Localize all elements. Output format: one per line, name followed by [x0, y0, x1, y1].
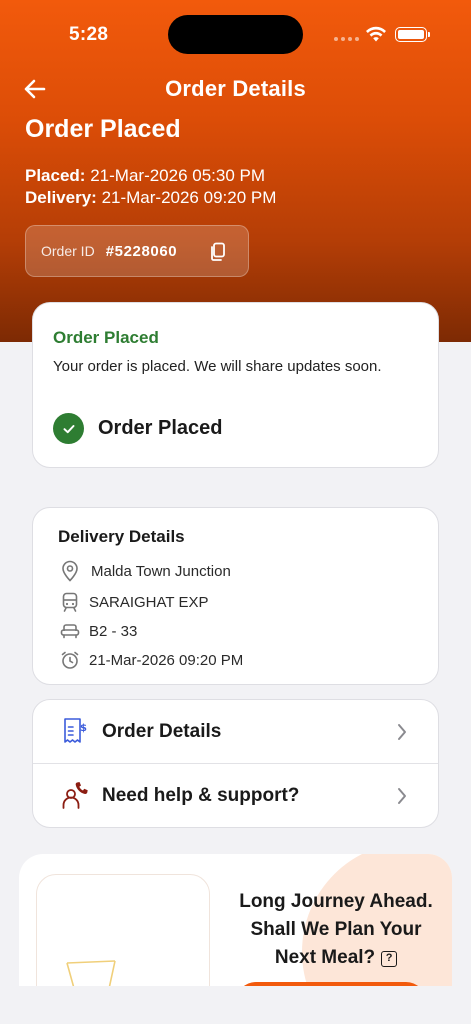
order-status-card: Order Placed Your order is placed. We wi…: [32, 302, 439, 468]
support-phone-icon: [62, 782, 88, 809]
location-pin-icon: [59, 560, 81, 582]
placed-value: 21-Mar-2026 05:30 PM: [90, 166, 266, 185]
order-id-value: #5228060: [105, 242, 178, 260]
alarm-clock-icon: [59, 649, 81, 671]
order-dates: Placed: 21-Mar-2026 05:30 PM Delivery: 2…: [25, 165, 276, 209]
delivery-seat-row: B2 - 33: [59, 620, 137, 642]
train-icon: [59, 591, 81, 613]
status-card-message: Your order is placed. We will share upda…: [53, 358, 382, 375]
chevron-right-icon: [398, 788, 406, 804]
delivery-heading: Delivery Details: [58, 527, 185, 546]
status-step-label: Order Placed: [98, 417, 223, 439]
support-row[interactable]: Need help & support?: [33, 764, 438, 828]
order-details-label: Order Details: [102, 721, 222, 742]
delivery-value: 21-Mar-2026 09:20 PM: [101, 188, 277, 207]
support-label: Need help & support?: [102, 785, 300, 806]
dynamic-island: [168, 15, 303, 54]
actions-card: $ Order Details Need help & support?: [32, 699, 439, 828]
wifi-icon: [366, 26, 386, 42]
delivery-details-card: Delivery Details Malda Town Junction SAR…: [32, 507, 439, 685]
status-time: 5:28: [69, 24, 109, 45]
battery-icon: [395, 27, 430, 42]
delivery-seat: B2 - 33: [89, 622, 138, 640]
promo-line-2: Shall We Plan Your: [250, 919, 422, 940]
status-card-heading: Order Placed: [53, 328, 159, 347]
seat-icon: [59, 620, 81, 642]
page-title: Order Details: [165, 76, 306, 101]
meal-promo-banner[interactable]: Long Journey Ahead. Shall We Plan Your N…: [19, 854, 452, 994]
promo-line-3: Next Meal?: [274, 947, 376, 968]
chevron-right-icon: [398, 724, 406, 740]
delivery-label: Delivery:: [25, 188, 97, 207]
order-id-label: Order ID: [41, 243, 95, 259]
order-details-row[interactable]: $ Order Details: [33, 700, 438, 764]
order-status-heading: Order Placed: [25, 115, 181, 143]
receipt-icon: $: [64, 718, 87, 743]
promo-line-1: Long Journey Ahead.: [239, 891, 433, 912]
promo-text: Long Journey Ahead. Shall We Plan Your N…: [225, 888, 447, 972]
delivery-time-row: 21-Mar-2026 09:20 PM: [59, 649, 243, 671]
question-mark-icon: ?: [381, 951, 398, 967]
header-background: 5:28 Order Details Order Placed Placed: …: [0, 0, 471, 342]
delivery-time: 21-Mar-2026 09:20 PM: [89, 651, 244, 669]
status-bar: 5:28: [0, 0, 471, 70]
check-icon: [53, 413, 84, 444]
order-id-chip: Order ID #5228060: [25, 225, 249, 277]
signal-icon: [334, 37, 359, 41]
bottom-safe-area: [0, 986, 471, 1024]
delivery-train-row: SARAIGHAT EXP: [59, 591, 208, 613]
delivery-station-row: Malda Town Junction: [59, 560, 231, 582]
promo-food-image: [36, 874, 210, 994]
svg-text:$: $: [80, 723, 87, 734]
placed-label: Placed:: [25, 166, 86, 185]
delivery-station: Malda Town Junction: [91, 562, 231, 580]
copy-icon[interactable]: [209, 242, 227, 262]
delivery-train: SARAIGHAT EXP: [89, 593, 209, 611]
